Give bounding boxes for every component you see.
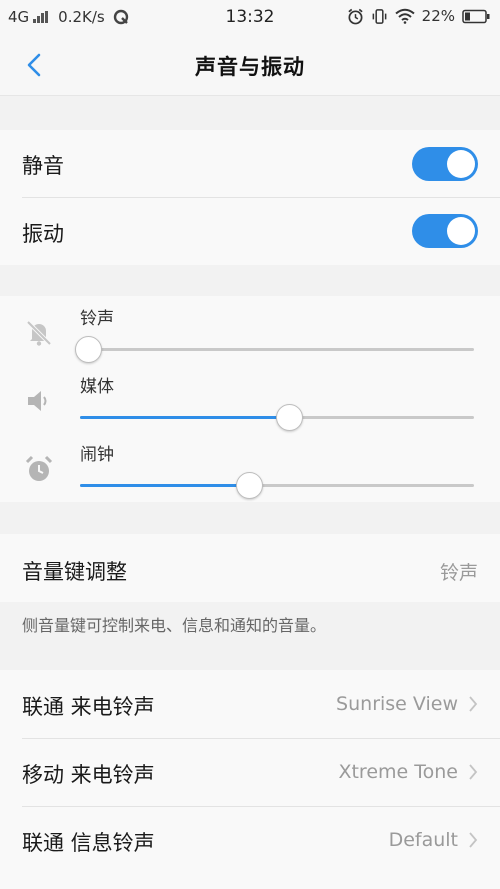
status-bar: 4G 0.2K/s 13:32 22%: [0, 0, 500, 34]
vibrate-toggle[interactable]: [412, 214, 478, 248]
vibrate-row[interactable]: 振动: [0, 198, 500, 265]
ringtone-volume-label: 铃声: [80, 309, 114, 329]
ringtone-name: Default: [388, 829, 458, 851]
media-volume-label: 媒体: [80, 377, 114, 397]
ringtone-volume-slider[interactable]: [74, 336, 474, 363]
toggle-knob: [447, 217, 475, 245]
bell-muted-icon: [26, 320, 52, 346]
app-header: 声音与振动: [0, 34, 500, 96]
volume-key-note: 侧音量键可控制来电、信息和通知的音量。: [22, 616, 327, 635]
volume-key-label: 音量键调整: [22, 560, 127, 584]
unicom-call-ringtone-value: Sunrise View: [336, 693, 478, 715]
speaker-icon: [28, 391, 47, 411]
chevron-right-icon: [469, 696, 478, 712]
mobile-call-ringtone-row[interactable]: 移动 来电铃声 Xtreme Tone: [0, 739, 500, 806]
toggle-section: 静音 振动: [0, 130, 500, 265]
ringtone-section: 联通 来电铃声 Sunrise View 移动 来电铃声 Xtreme Tone…: [0, 670, 500, 889]
slider-fill: [80, 416, 289, 419]
battery-level: 22%: [421, 7, 455, 25]
volume-key-value: 铃声: [439, 562, 478, 584]
unicom-call-ringtone-label: 联通 来电铃声: [22, 695, 155, 719]
slider-thumb[interactable]: [236, 472, 264, 499]
alarm-clock-icon: [25, 455, 53, 481]
slider-thumb[interactable]: [275, 404, 303, 431]
alarm-volume-label: 闹钟: [80, 445, 114, 465]
wifi-icon: [395, 8, 415, 24]
unicom-message-ringtone-label: 联通 信息铃声: [22, 831, 155, 855]
page-title: 声音与振动: [195, 55, 305, 79]
slider-fill: [80, 484, 250, 487]
status-right: 22%: [347, 7, 490, 25]
volume-key-row[interactable]: 音量键调整 铃声: [0, 534, 500, 602]
volume-section: 铃声 媒体 闹钟: [0, 296, 500, 502]
battery-icon: [462, 9, 490, 23]
unicom-message-ringtone-row[interactable]: 联通 信息铃声 Default: [0, 807, 500, 874]
chevron-right-icon: [469, 764, 478, 780]
mobile-call-ringtone-value: Xtreme Tone: [338, 761, 478, 783]
ringtone-name: Xtreme Tone: [338, 761, 458, 783]
chevron-right-icon: [469, 832, 478, 848]
unicom-message-ringtone-value: Default: [389, 829, 478, 851]
media-volume-slider[interactable]: [80, 404, 474, 431]
mute-label: 静音: [22, 154, 64, 178]
slider-thumb[interactable]: [74, 336, 102, 363]
unicom-call-ringtone-row[interactable]: 联通 来电铃声 Sunrise View: [0, 670, 500, 738]
vibrate-label: 振动: [22, 222, 64, 246]
ringtone-name: Sunrise View: [336, 693, 458, 715]
mute-row[interactable]: 静音: [0, 130, 500, 197]
alarm-volume-slider[interactable]: [80, 472, 474, 499]
volume-key-section: 音量键调整 铃声: [0, 534, 500, 602]
alarm-icon: [348, 8, 363, 24]
mobile-call-ringtone-label: 移动 来电铃声: [22, 763, 155, 787]
vibrate-icon: [372, 8, 387, 24]
mute-toggle[interactable]: [412, 147, 478, 181]
toggle-knob: [447, 150, 475, 178]
